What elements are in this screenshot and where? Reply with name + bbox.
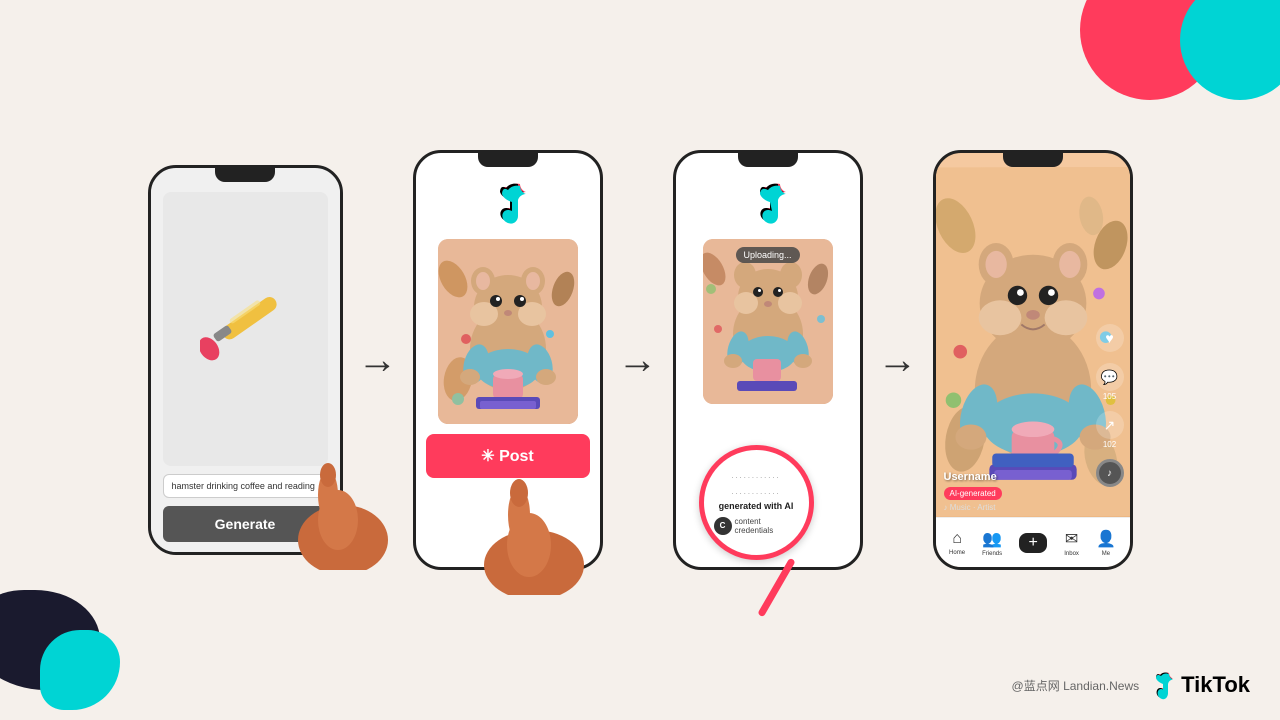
arrow2: → bbox=[618, 338, 658, 383]
phone4-bottom-nav: ⌂ Home 👥 Friends + ✉ Inbox bbox=[936, 517, 1130, 567]
hamster-image-phone2 bbox=[438, 239, 578, 424]
phone4-ai-badge: AI-generated bbox=[944, 487, 1002, 500]
magnify-dots2: ............ bbox=[731, 486, 780, 497]
like-icon: ♥ bbox=[1096, 324, 1124, 352]
tiktok-brand-text: TikTok bbox=[1181, 672, 1250, 698]
phone2-wrapper: ✳ Post bbox=[413, 150, 603, 570]
comment-action[interactable]: 💬 105 bbox=[1096, 363, 1124, 401]
phone1-wrapper: hamster drinking coffee and reading Gene… bbox=[148, 165, 343, 555]
hand1 bbox=[283, 440, 403, 575]
share-action[interactable]: ↗ 102 bbox=[1096, 411, 1124, 449]
paintbrush-icon bbox=[200, 284, 290, 374]
nav-inbox[interactable]: ✉ Inbox bbox=[1064, 529, 1079, 557]
phone1-notch bbox=[215, 168, 275, 182]
phone4-wrapper: Username AI-generated ♪ Music · Artist ♥… bbox=[933, 150, 1133, 570]
watermark: @蓝点网 Landian.News TikTok bbox=[1012, 670, 1250, 700]
magnify-circle: ............ ............ generated with… bbox=[699, 445, 814, 560]
phone4-music: ♪ Music · Artist bbox=[944, 503, 1002, 512]
phone4-content: Username AI-generated ♪ Music · Artist ♥… bbox=[936, 167, 1130, 567]
arrow1: → bbox=[358, 338, 398, 383]
nav-inbox-label: Inbox bbox=[1064, 551, 1079, 557]
inbox-icon: ✉ bbox=[1065, 529, 1078, 549]
comment-count: 105 bbox=[1103, 392, 1116, 401]
comment-icon: 💬 bbox=[1096, 363, 1124, 391]
share-icon: ↗ bbox=[1096, 411, 1124, 439]
hamster-image-phone3: Uploading... bbox=[703, 239, 833, 404]
arrow3: → bbox=[878, 338, 918, 383]
phone4-user-info: Username AI-generated ♪ Music · Artist bbox=[944, 471, 1002, 512]
watermark-site: @蓝点网 Landian.News bbox=[1012, 677, 1140, 694]
tiktok-brand: TikTok bbox=[1147, 670, 1250, 700]
nav-friends-label: Friends bbox=[982, 551, 1002, 557]
friends-icon: 👥 bbox=[982, 529, 1002, 549]
phone3-wrapper: Uploading... ............ ............ g… bbox=[673, 150, 863, 570]
content-credentials-label: content credentials bbox=[735, 517, 799, 535]
cc-icon: C bbox=[714, 517, 732, 535]
content-credentials: C content credentials bbox=[714, 517, 799, 535]
nav-me-label: Me bbox=[1102, 551, 1110, 557]
home-icon: ⌂ bbox=[952, 530, 962, 548]
music-disc: ♪ bbox=[1096, 459, 1124, 487]
nav-me[interactable]: 👤 Me bbox=[1096, 529, 1116, 557]
flow-container: hamster drinking coffee and reading Gene… bbox=[148, 150, 1133, 570]
magnify-dots1: ............ bbox=[731, 470, 780, 481]
tiktok-logo-phone3 bbox=[748, 180, 788, 229]
phone4-username: Username bbox=[944, 471, 1002, 483]
magnify-ai-text: generated with AI bbox=[719, 501, 794, 511]
nav-home[interactable]: ⌂ Home bbox=[949, 530, 965, 556]
phone4-notch bbox=[1003, 153, 1063, 167]
nav-friends[interactable]: 👥 Friends bbox=[982, 529, 1002, 557]
magnify-glass: ............ ............ generated with… bbox=[699, 445, 814, 620]
nav-home-label: Home bbox=[949, 550, 965, 556]
like-action[interactable]: ♥ bbox=[1096, 324, 1124, 353]
nav-create-button[interactable]: + bbox=[1019, 533, 1047, 553]
phone3-notch bbox=[738, 153, 798, 167]
magnify-handle bbox=[757, 558, 796, 618]
hand2 bbox=[469, 455, 599, 600]
uploading-badge: Uploading... bbox=[735, 247, 799, 263]
paint-canvas-area bbox=[163, 192, 328, 466]
profile-icon: 👤 bbox=[1096, 529, 1116, 549]
tiktok-brand-icon bbox=[1147, 670, 1175, 700]
main-content: hamster drinking coffee and reading Gene… bbox=[0, 0, 1280, 720]
tiktok-logo-phone2 bbox=[488, 180, 528, 229]
phone4: Username AI-generated ♪ Music · Artist ♥… bbox=[933, 150, 1133, 570]
share-count: 102 bbox=[1103, 440, 1116, 449]
phone2-notch bbox=[478, 153, 538, 167]
phone4-actions: ♥ 💬 105 ↗ 102 ♪ bbox=[1096, 324, 1124, 487]
